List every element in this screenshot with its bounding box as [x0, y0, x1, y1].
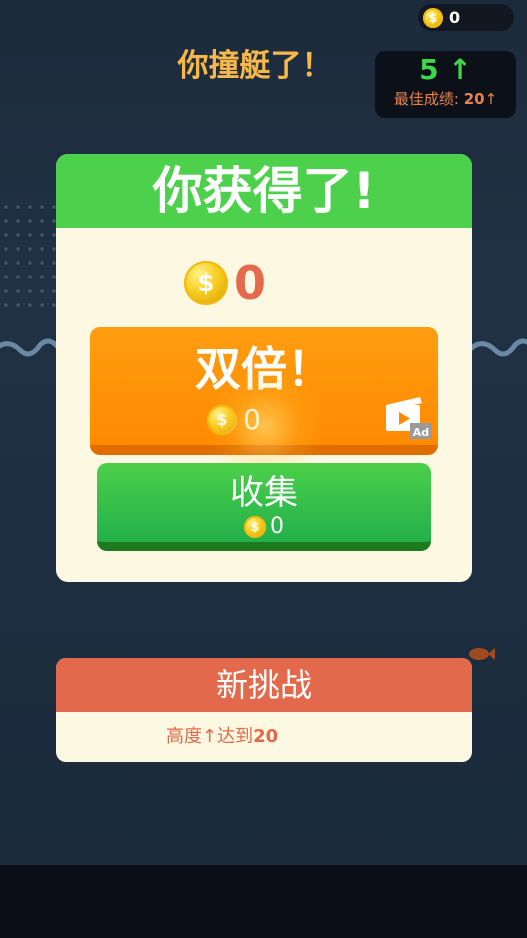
video-ad-icon: Ad: [386, 397, 432, 439]
double-reward-value: 0: [243, 403, 261, 436]
wave-decoration-right: [465, 338, 527, 357]
reward-card: 你获得了! $ 0 双倍！ $ 0 Ad 收集 $ 0: [56, 154, 472, 582]
challenge-description: 高度↑达到20: [56, 712, 472, 748]
coin-counter: $ 0: [418, 4, 514, 31]
collect-amount: $ 0: [97, 514, 431, 539]
best-score-label: 最佳成绩:: [393, 90, 459, 108]
double-reward-amount: $ 0: [90, 403, 378, 436]
fish-icon: [469, 648, 495, 660]
earned-amount: $ 0: [184, 256, 266, 310]
collect-label: 收集: [230, 473, 298, 513]
current-score: 5 ↑: [375, 53, 516, 86]
score-box: 5 ↑ 最佳成绩: 20↑: [375, 51, 516, 118]
challenge-text: 高度↑达到: [166, 726, 254, 747]
new-challenge-heading: 新挑战: [56, 658, 472, 712]
collect-value: 0: [270, 514, 284, 539]
ad-badge: Ad: [413, 426, 429, 439]
collect-button[interactable]: 收集 $ 0: [97, 463, 431, 551]
best-up-arrow-icon: ↑: [484, 90, 498, 108]
double-reward-label: 双倍！: [195, 342, 333, 396]
coin-icon: $: [207, 404, 238, 435]
bubbles-decoration: [0, 200, 60, 310]
new-challenge-panel: 新挑战 高度↑达到20: [56, 658, 472, 762]
coin-count: 0: [449, 8, 461, 27]
earned-amount-value: 0: [234, 256, 267, 310]
crash-title: 你撞艇了！: [177, 48, 333, 84]
bottom-bar: [0, 865, 527, 938]
best-score: 最佳成绩: 20↑: [375, 88, 516, 109]
best-score-value: 20: [463, 90, 485, 108]
coin-icon: $: [184, 261, 228, 305]
coin-icon: $: [423, 7, 443, 28]
current-score-value: 5: [419, 53, 439, 86]
challenge-target: 20: [253, 726, 279, 747]
coin-icon: $: [244, 515, 266, 538]
up-arrow-icon: ↑: [448, 53, 472, 86]
reward-heading: 你获得了!: [56, 154, 472, 228]
double-reward-button[interactable]: 双倍！ $ 0 Ad: [90, 327, 438, 487]
